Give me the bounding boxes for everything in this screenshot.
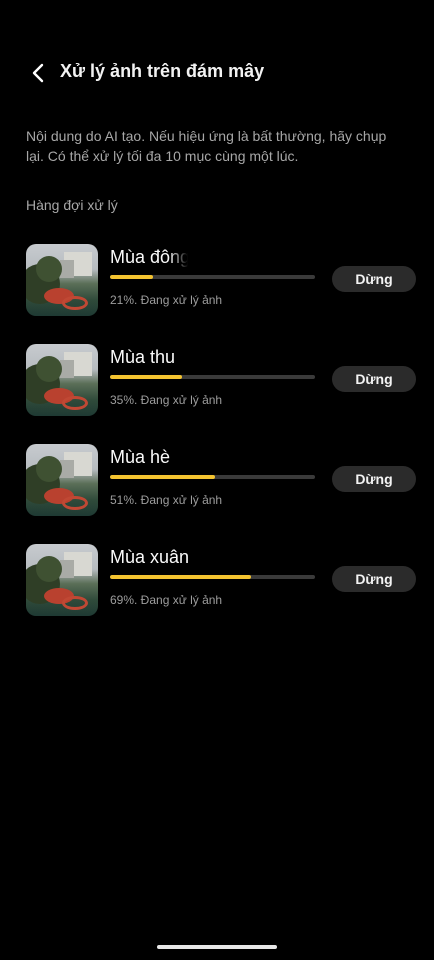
top-bar: Xử lý ảnh trên đám mây [0, 56, 434, 90]
queue-item: Mùa hè 51%. Đang xử lý ảnh Dừng [26, 443, 418, 543]
progress-fill [110, 375, 182, 379]
progress-bar [110, 475, 315, 479]
progress-bar [110, 575, 315, 579]
section-title: Hàng đợi xử lý [26, 197, 118, 213]
stop-button[interactable]: Dừng [332, 466, 416, 492]
queue-item: Mùa đông 21%. Đang xử lý ảnh Dừng [26, 243, 418, 343]
photo-thumbnail[interactable] [26, 544, 98, 616]
progress-bar [110, 275, 315, 279]
stop-button[interactable]: Dừng [332, 266, 416, 292]
photo-thumbnail[interactable] [26, 444, 98, 516]
item-status: 21%. Đang xử lý ảnh [110, 293, 223, 307]
item-status: 35%. Đang xử lý ảnh [110, 393, 223, 407]
back-arrow-icon[interactable] [26, 60, 52, 86]
photo-thumbnail[interactable] [26, 344, 98, 416]
stop-button[interactable]: Dừng [332, 566, 416, 592]
queue-list: Mùa đông 21%. Đang xử lý ảnh Dừng Mùa th… [26, 243, 418, 643]
page-title: Xử lý ảnh trên đám mây [60, 61, 265, 81]
queue-item: Mùa thu 35%. Đang xử lý ảnh Dừng [26, 343, 418, 443]
item-name: Mùa đông [110, 247, 188, 267]
queue-item: Mùa xuân 69%. Đang xử lý ảnh Dừng [26, 543, 418, 643]
description-text: Nội dung do AI tạo. Nếu hiệu ứng là bất … [26, 128, 387, 164]
progress-bar [110, 375, 315, 379]
item-name: Mùa xuân [110, 547, 190, 567]
progress-fill [110, 275, 154, 279]
item-name: Mùa hè [110, 447, 171, 467]
stop-button[interactable]: Dừng [332, 366, 416, 392]
progress-fill [110, 475, 215, 479]
photo-thumbnail[interactable] [26, 244, 98, 316]
progress-fill [110, 575, 252, 579]
item-status: 69%. Đang xử lý ảnh [110, 593, 223, 607]
item-name: Mùa thu [110, 347, 176, 367]
item-status: 51%. Đang xử lý ảnh [110, 493, 223, 507]
home-indicator[interactable] [157, 945, 277, 949]
